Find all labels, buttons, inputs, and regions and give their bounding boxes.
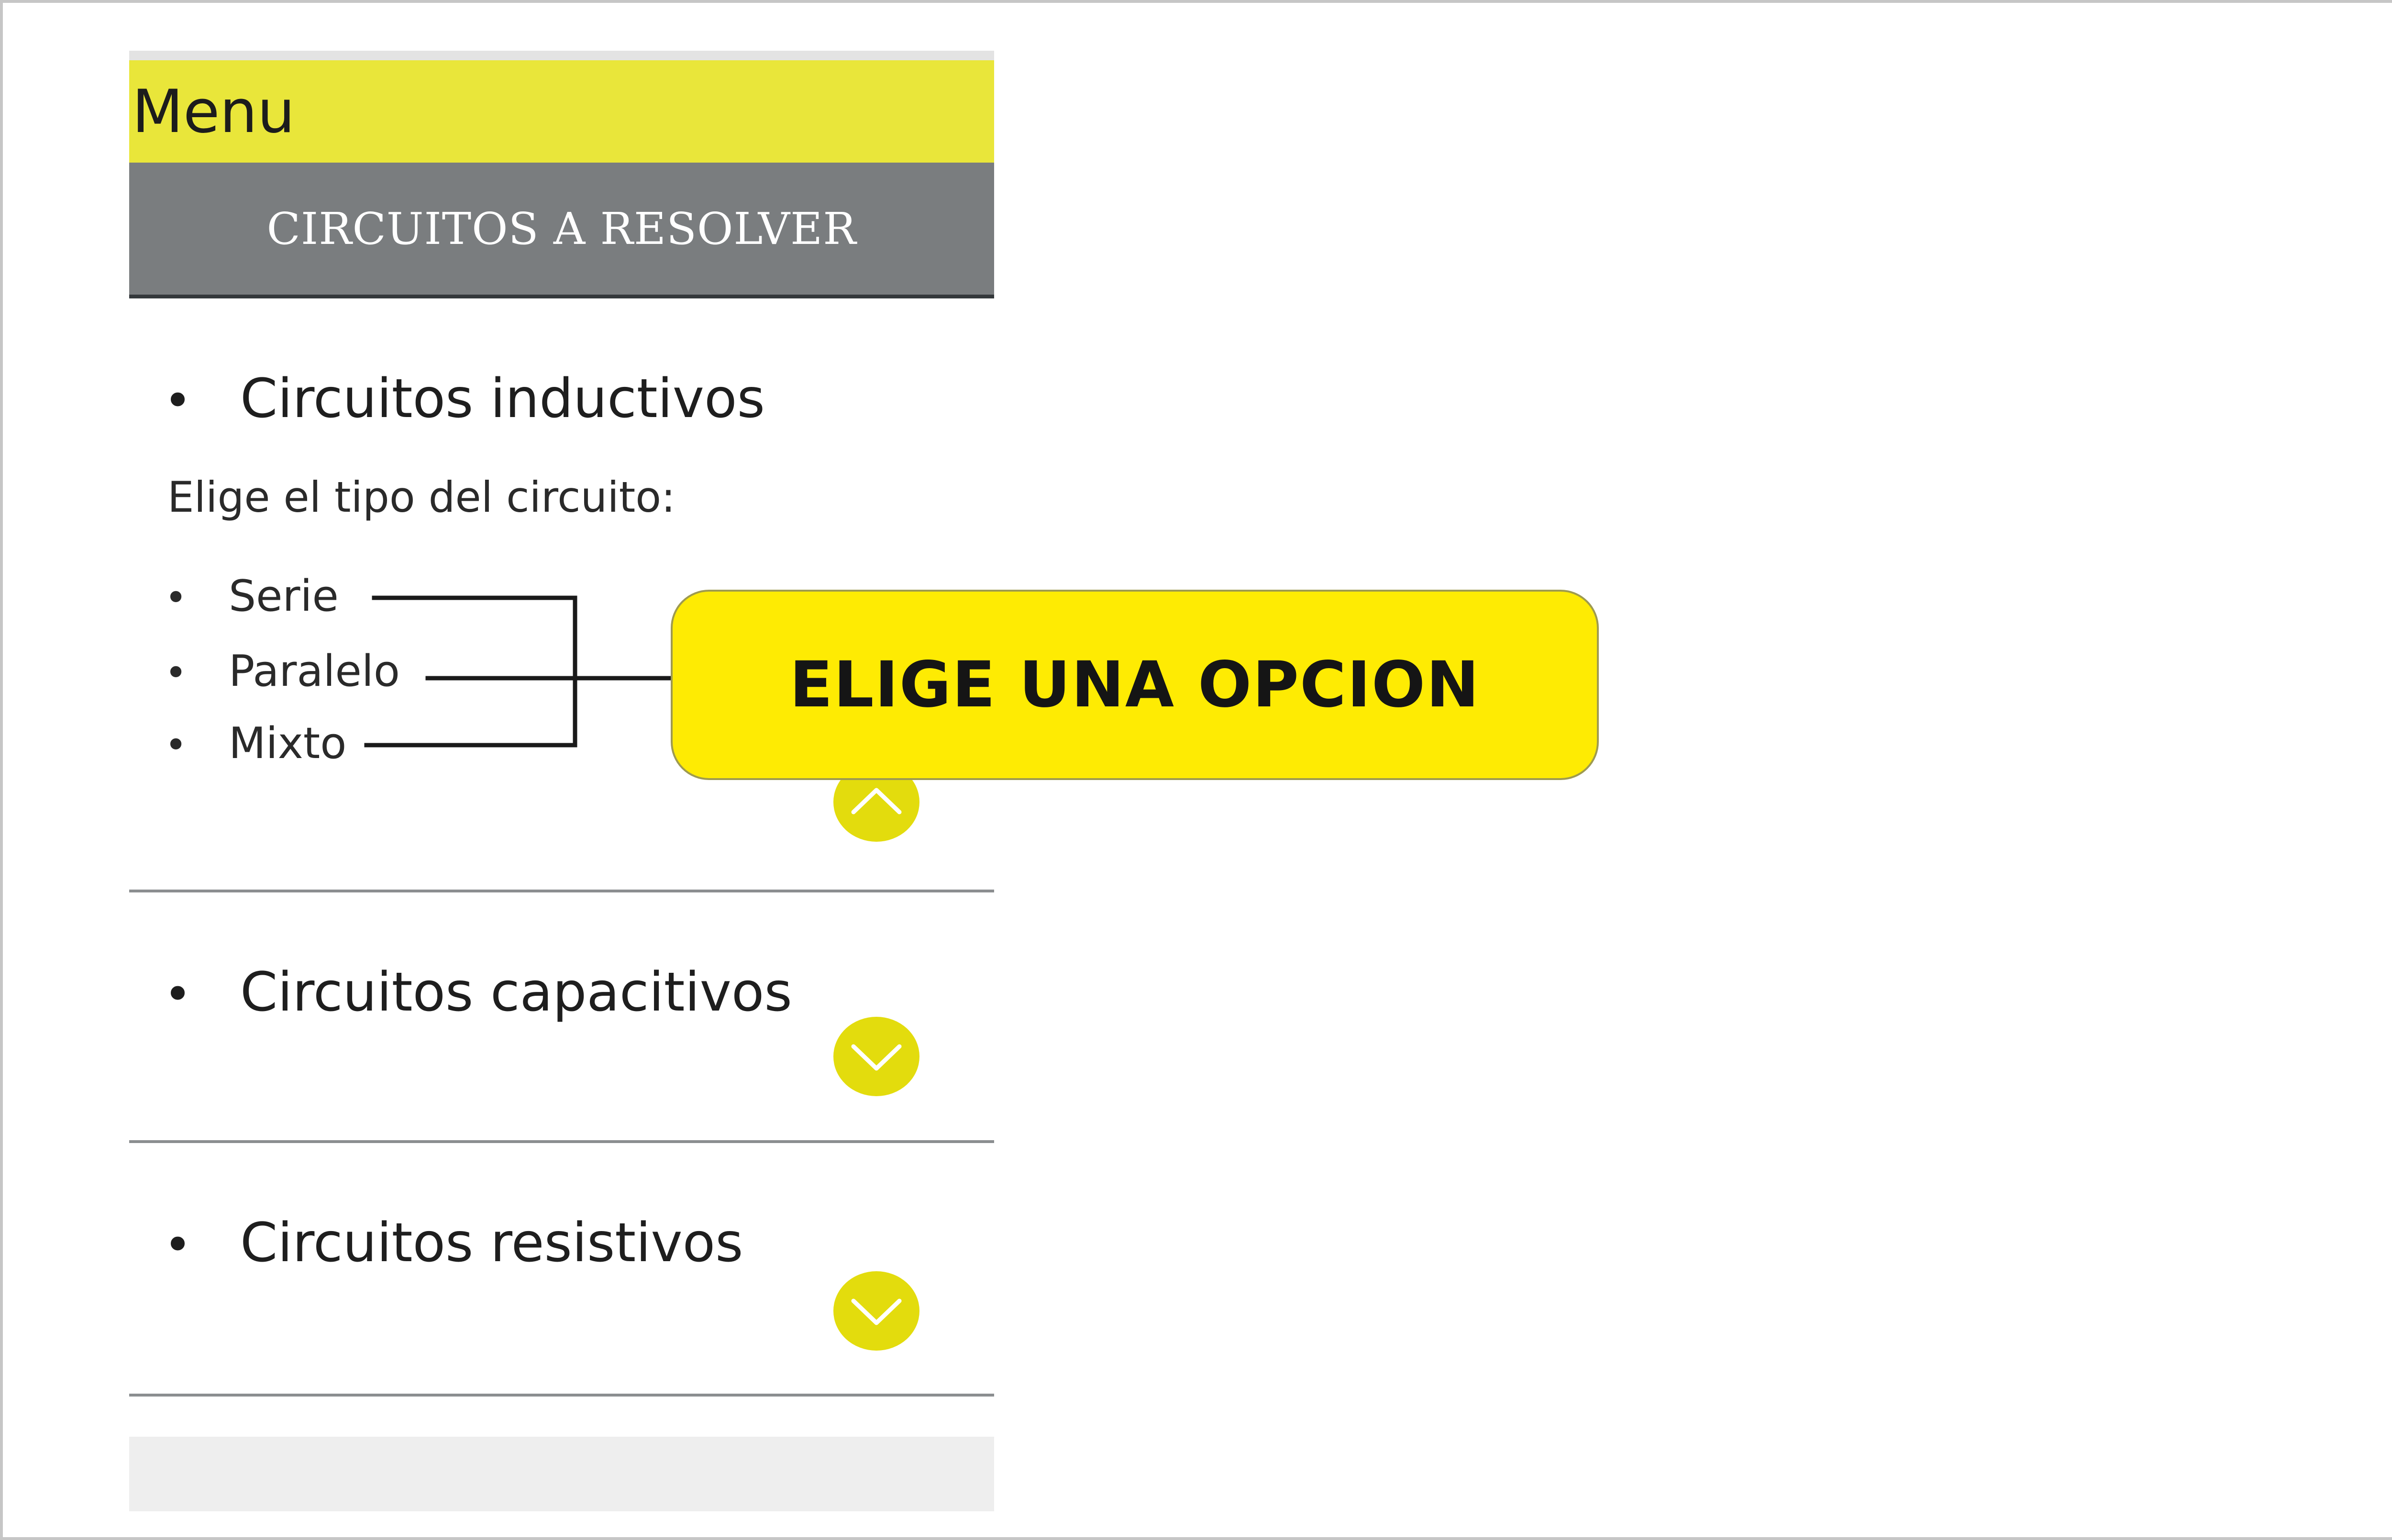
option-serie[interactable]: • Serie: [165, 575, 339, 618]
chevron-down-glyph: [851, 1044, 902, 1071]
top-strip: [129, 51, 994, 60]
accordion-item-inductivos[interactable]: • Circuitos inductivos: [164, 372, 765, 426]
option-label: Mixto: [229, 718, 347, 769]
chevron-down-glyph: [851, 1298, 902, 1325]
bullet: •: [165, 650, 188, 695]
accordion-title: Circuitos capacitivos: [240, 961, 792, 1023]
accordion-item-resistivos[interactable]: • Circuitos resistivos: [164, 1216, 743, 1270]
bullet: •: [165, 575, 188, 620]
option-mixto[interactable]: • Mixto: [165, 722, 346, 765]
menu-bar[interactable]: Menu: [129, 60, 994, 163]
bullet: •: [164, 1217, 192, 1273]
chevron-down-icon[interactable]: [833, 1271, 919, 1351]
accordion-title: Circuitos inductivos: [240, 368, 765, 430]
callout-box: ELIGE UNA OPCION: [671, 590, 1599, 780]
bullet: •: [164, 373, 192, 429]
circuit-type-hint: Elige el tipo del circuito:: [167, 473, 676, 522]
menu-title: Menu: [132, 77, 295, 146]
chevron-down-icon[interactable]: [833, 1017, 919, 1096]
accordion-item-capacitivos[interactable]: • Circuitos capacitivos: [164, 966, 792, 1019]
option-label: Serie: [229, 571, 339, 621]
footer-strip: [129, 1437, 994, 1511]
accordion-title: Circuitos resistivos: [240, 1212, 743, 1274]
callout-text: ELIGE UNA OPCION: [789, 648, 1480, 722]
section-header: CIRCUITOS A RESOLVER: [129, 163, 994, 298]
divider: [129, 1140, 994, 1143]
divider: [129, 1394, 994, 1397]
bullet: •: [165, 723, 188, 767]
option-label: Paralelo: [229, 646, 400, 696]
mobile-screen: Menu CIRCUITOS A RESOLVER • Circuitos ind…: [129, 51, 994, 1511]
bullet: •: [164, 966, 192, 1022]
divider: [129, 890, 994, 892]
option-paralelo[interactable]: • Paralelo: [165, 650, 400, 693]
section-header-label: CIRCUITOS A RESOLVER: [266, 203, 857, 254]
